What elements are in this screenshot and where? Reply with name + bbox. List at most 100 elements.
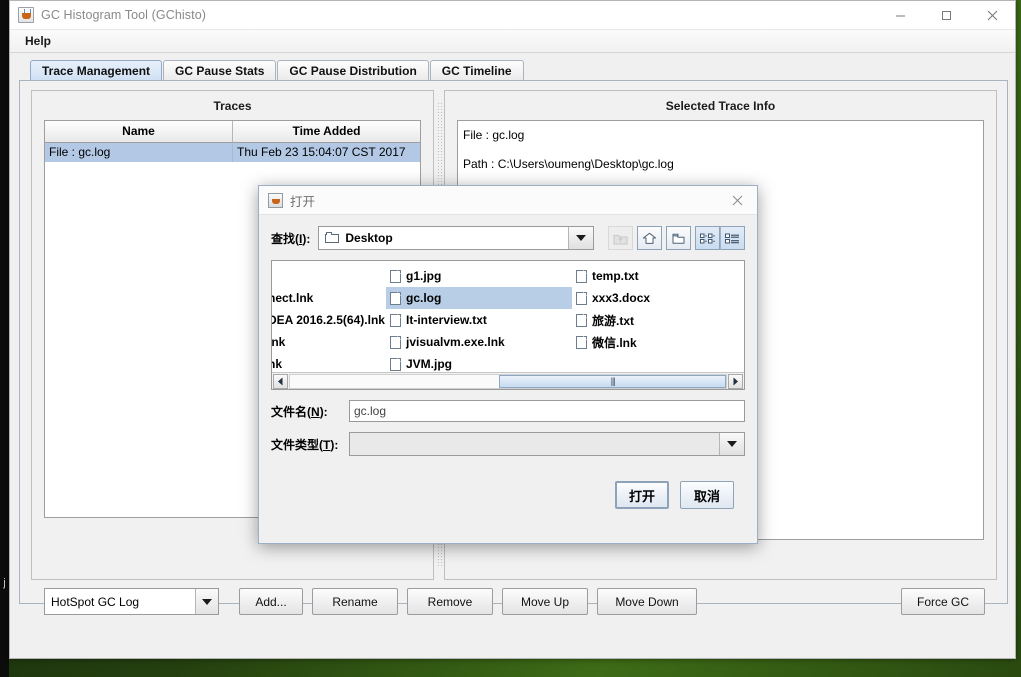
log-type-combo[interactable]: HotSpot GC Log [44, 588, 219, 615]
move-down-button[interactable]: Move Down [597, 588, 697, 615]
maximize-button[interactable] [923, 1, 969, 29]
file-open-dialog: 打开 查找(I): Desktop nect.lnk DEA 2016.2.5(… [258, 185, 758, 544]
tab-trace-management[interactable]: Trace Management [30, 60, 163, 81]
chevron-down-icon[interactable] [568, 227, 593, 249]
look-in-label: 查找(I): [271, 231, 311, 246]
tab-gc-pause-distribution[interactable]: GC Pause Distribution [277, 60, 429, 81]
list-item[interactable]: temp.txt [572, 265, 742, 287]
list-item[interactable]: lnk [271, 331, 386, 353]
window-title: GC Histogram Tool (GChisto) [41, 8, 207, 22]
file-name-label: xxx3.docx [592, 291, 651, 305]
java-cup-icon [18, 7, 34, 23]
menu-bar: Help [10, 30, 1015, 53]
file-name-label: JVM.jpg [406, 357, 453, 371]
file-type-combo[interactable] [349, 432, 745, 456]
file-name-label: jvisualvm.exe.lnk [406, 335, 505, 349]
file-name-label: 旅游.txt [592, 313, 635, 328]
selected-trace-info-title: Selected Trace Info [665, 99, 776, 113]
background-window-glyph: j [3, 577, 6, 589]
cancel-button[interactable]: 取消 [680, 481, 734, 509]
look-in-row: 查找(I): Desktop [271, 225, 745, 251]
title-bar: GC Histogram Tool (GChisto) [10, 1, 1015, 30]
list-item[interactable]: ̥ [272, 265, 386, 287]
file-name-label: nect.lnk [271, 291, 314, 305]
file-list-columns: ̥ nect.lnk DEA 2016.2.5(64).lnk lnk nk g… [271, 261, 744, 389]
list-item[interactable]: 微信.lnk [572, 331, 742, 353]
dialog-toolbar [604, 226, 745, 250]
scrollbar-track[interactable]: ||| [289, 373, 727, 389]
open-button[interactable]: 打开 [615, 481, 669, 509]
file-list[interactable]: ̥ nect.lnk DEA 2016.2.5(64).lnk lnk nk g… [271, 260, 745, 390]
scroll-left-icon[interactable] [273, 373, 288, 389]
dialog-buttons: 打开 取消 [271, 481, 745, 509]
list-view-icon[interactable] [695, 226, 720, 250]
list-item[interactable]: jvisualvm.exe.lnk [386, 331, 572, 353]
file-name-input[interactable]: gc.log [349, 400, 745, 422]
force-gc-button[interactable]: Force GC [901, 588, 985, 615]
look-in-value: Desktop [345, 231, 393, 245]
file-icon [390, 269, 401, 283]
column-header-name[interactable]: Name [45, 121, 233, 143]
file-icon [390, 357, 401, 371]
menu-item-help[interactable]: Help [19, 32, 57, 50]
rename-button[interactable]: Rename [312, 588, 398, 615]
file-type-label-text: 文件类型 [271, 437, 320, 452]
dialog-close-button[interactable] [717, 186, 757, 214]
remove-button[interactable]: Remove [407, 588, 493, 615]
close-button[interactable] [969, 1, 1015, 29]
file-type-label: 文件类型(T): [271, 437, 339, 452]
home-icon[interactable] [637, 226, 662, 250]
file-name-label: gc.log [406, 291, 442, 305]
list-item[interactable]: xxx3.docx [572, 287, 742, 309]
file-name-label: 文件名(N): [271, 404, 328, 419]
file-icon [576, 291, 587, 305]
table-row[interactable]: File : gc.log Thu Feb 23 15:04:07 CST 20… [45, 143, 420, 162]
list-item[interactable]: g1.jpg [386, 265, 572, 287]
folder-icon [325, 232, 340, 244]
new-folder-icon[interactable] [666, 226, 691, 250]
look-in-mnemonic: I [299, 231, 303, 246]
look-in-label-text: 查找 [271, 231, 296, 246]
traces-table-header: Name Time Added [45, 121, 420, 143]
dialog-title: 打开 [290, 194, 316, 209]
column-header-time-added[interactable]: Time Added [233, 121, 420, 143]
details-view-icon[interactable] [720, 226, 745, 250]
file-name-mnemonic: N [311, 404, 320, 419]
file-name-label: temp.txt [592, 269, 639, 283]
file-name-label: lnk [271, 335, 286, 349]
traces-panel-title: Traces [213, 99, 252, 113]
tab-gc-timeline[interactable]: GC Timeline [429, 60, 524, 81]
move-up-button[interactable]: Move Up [502, 588, 588, 615]
list-item[interactable]: gc.log [386, 287, 572, 309]
cell-time-added: Thu Feb 23 15:04:07 CST 2017 [237, 145, 406, 159]
file-name-label: g1.jpg [406, 269, 442, 283]
list-item[interactable]: 旅游.txt [572, 309, 742, 331]
dialog-body: 查找(I): Desktop nect.lnk DEA 2016.2.5(64)… [259, 215, 757, 509]
file-type-mnemonic: T [323, 437, 331, 452]
minimize-button[interactable] [877, 1, 923, 29]
file-name-label: It-interview.txt [406, 313, 487, 327]
file-name-label: DEA 2016.2.5(64).lnk [271, 313, 385, 327]
dialog-title-bar: 打开 [259, 186, 757, 215]
log-type-combo-value: HotSpot GC Log [51, 594, 140, 609]
scroll-right-icon[interactable] [728, 373, 743, 389]
tab-gc-pause-stats[interactable]: GC Pause Stats [163, 60, 277, 81]
up-folder-icon[interactable] [608, 226, 633, 250]
trace-info-line-path: Path : C:\Users\oumeng\Desktop\gc.log [463, 157, 674, 171]
file-name-label: 微信.lnk [592, 335, 637, 350]
file-name-label-text: 文件名 [271, 404, 308, 419]
chevron-down-icon[interactable] [719, 433, 744, 455]
bottom-toolbar: HotSpot GC Log Add... Rename Remove Move… [31, 588, 997, 618]
horizontal-scrollbar[interactable]: ||| [272, 372, 744, 389]
java-cup-icon [268, 192, 283, 208]
chevron-down-icon[interactable] [195, 589, 218, 614]
add-button[interactable]: Add... [239, 588, 303, 615]
cell-name: File : gc.log [45, 143, 233, 162]
look-in-combo[interactable]: Desktop [318, 226, 594, 250]
file-icon [390, 291, 401, 305]
window-controls [877, 1, 1015, 29]
list-item[interactable]: nect.lnk [271, 287, 386, 309]
list-item[interactable]: DEA 2016.2.5(64).lnk [271, 309, 386, 331]
list-item[interactable]: It-interview.txt [386, 309, 572, 331]
scrollbar-thumb[interactable]: ||| [499, 374, 726, 388]
